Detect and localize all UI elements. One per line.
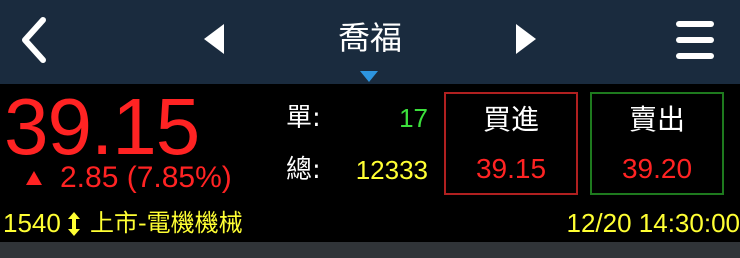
buy-price: 39.15: [475, 153, 547, 184]
price-change: 2.85 (7.85%): [60, 159, 232, 197]
total-volume: 12333: [355, 155, 428, 185]
sell-button[interactable]: 賣出 39.20: [590, 92, 724, 195]
market-updown-icon: [67, 212, 81, 236]
bottom-strip: [0, 242, 740, 258]
single-volume: 17: [399, 103, 428, 133]
change-percent: (7.85%): [126, 161, 232, 194]
dropdown-triangle-icon[interactable]: [360, 68, 378, 82]
menu-icon[interactable]: [674, 18, 716, 62]
prev-arrow-icon[interactable]: [202, 22, 226, 56]
back-icon[interactable]: [16, 14, 56, 66]
change-value: 2.85: [60, 161, 119, 194]
quote-datetime: 12/20 14:30:00: [566, 208, 740, 238]
next-arrow-icon[interactable]: [514, 22, 538, 56]
stock-name-title[interactable]: 喬福: [300, 14, 440, 62]
buy-label: 買進: [482, 103, 539, 136]
single-volume-label: 單:: [286, 103, 321, 133]
last-price: 39.15: [4, 82, 200, 171]
buy-button[interactable]: 買進 39.15: [444, 92, 578, 195]
up-triangle-icon: [26, 170, 42, 185]
market-category: 上市-電機機械: [90, 209, 243, 237]
sell-price: 39.20: [621, 153, 693, 184]
stock-code: 1540: [3, 208, 61, 238]
top-bar: 喬福: [0, 0, 740, 84]
sell-label: 賣出: [628, 103, 685, 136]
total-volume-label: 總:: [286, 155, 321, 185]
